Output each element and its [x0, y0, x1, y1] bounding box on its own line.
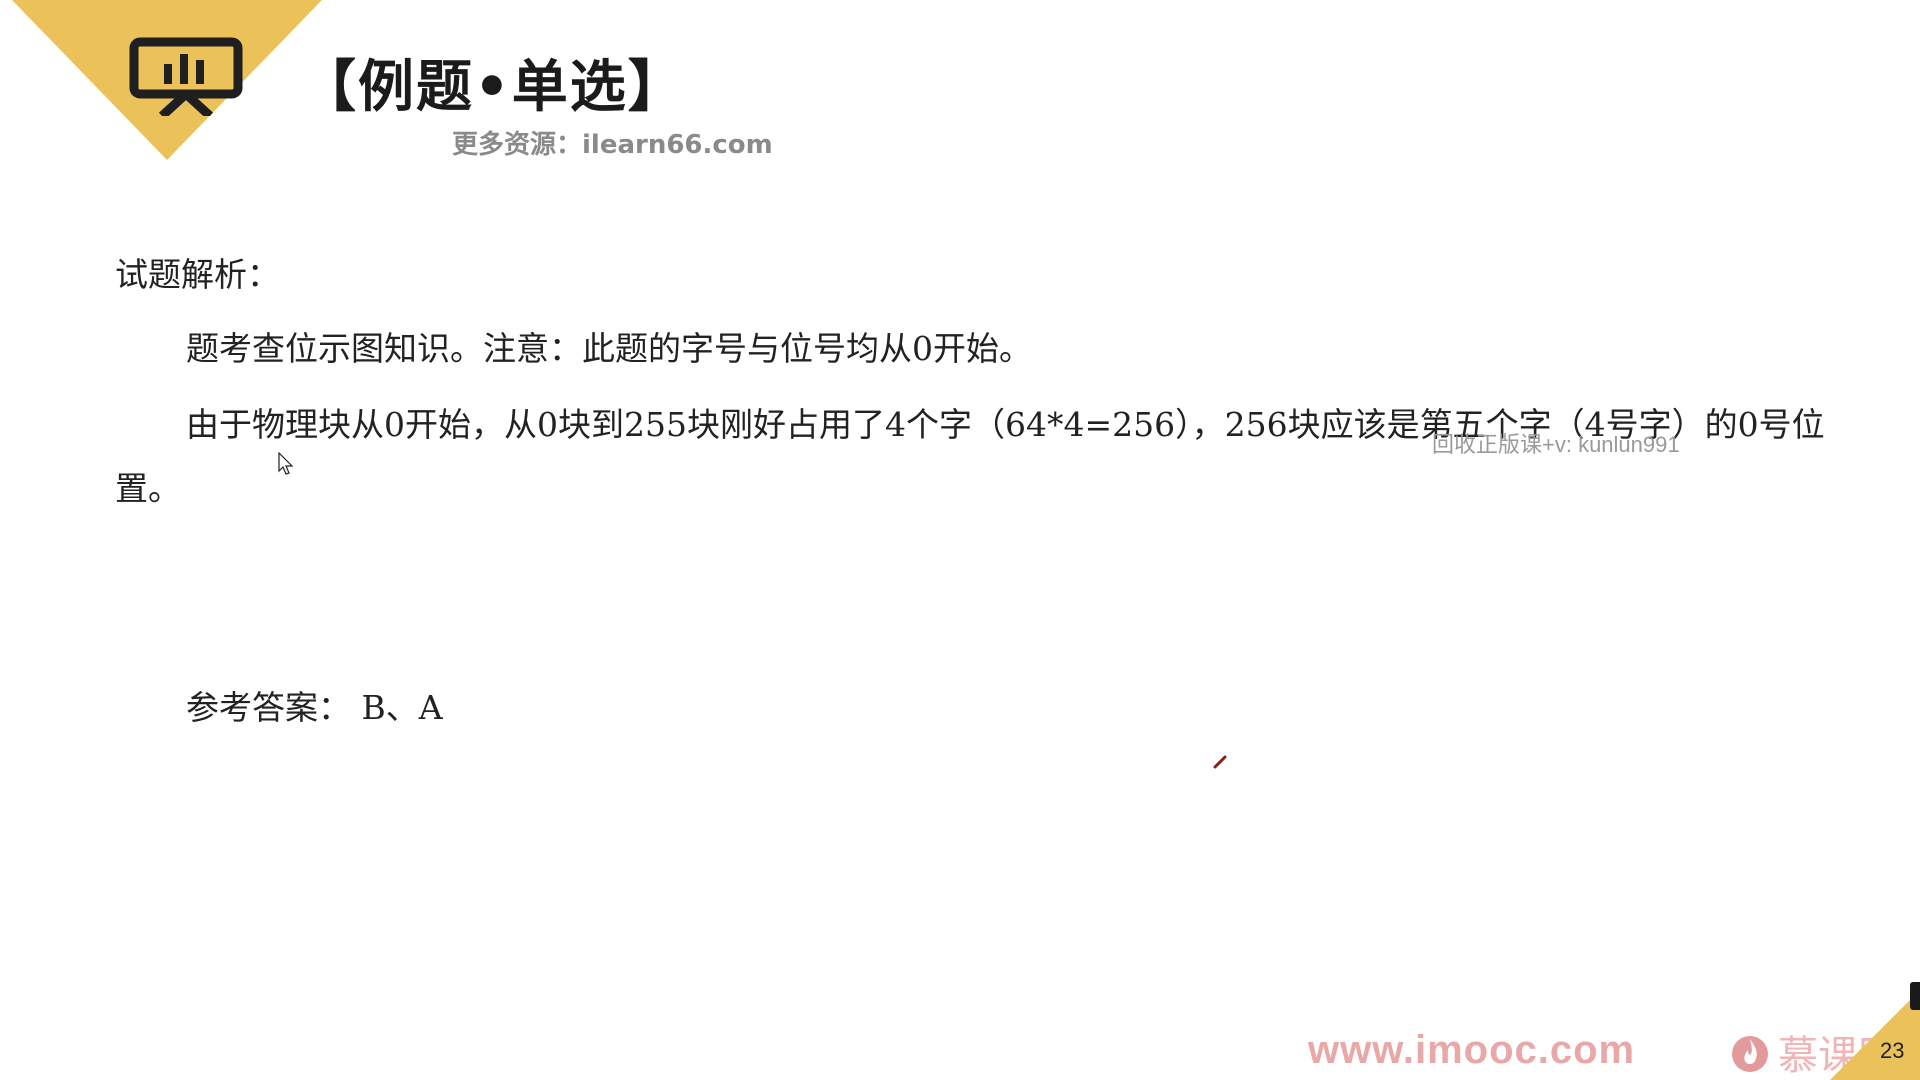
presentation-board-icon: [129, 37, 243, 116]
mouse-pointer-icon: [278, 452, 294, 475]
slide: 【例题•单选】 更多资源：ilearn66.com 试题解析： 题考查位示图知识…: [0, 0, 1920, 1080]
site-url[interactable]: www.imooc.com: [1308, 1028, 1635, 1073]
analysis-heading: 试题解析：: [115, 255, 280, 294]
watermark-text: 回收正版课+v: kunlun991: [1432, 432, 1680, 457]
resource-line: 更多资源：ilearn66.com: [452, 130, 773, 160]
reference-answer: 参考答案： B、A: [186, 688, 443, 727]
edge-handle[interactable]: [1910, 982, 1920, 1010]
page-title: 【例题•单选】: [300, 55, 686, 120]
flame-icon: [1732, 1036, 1768, 1072]
page-number: 23: [1880, 1038, 1905, 1063]
pen-mark-icon: [1213, 755, 1227, 769]
analysis-paragraph-1: 题考查位示图知识。注意：此题的字号与位号均从0开始。: [186, 329, 1032, 368]
corner-triangle: [1830, 990, 1920, 1080]
